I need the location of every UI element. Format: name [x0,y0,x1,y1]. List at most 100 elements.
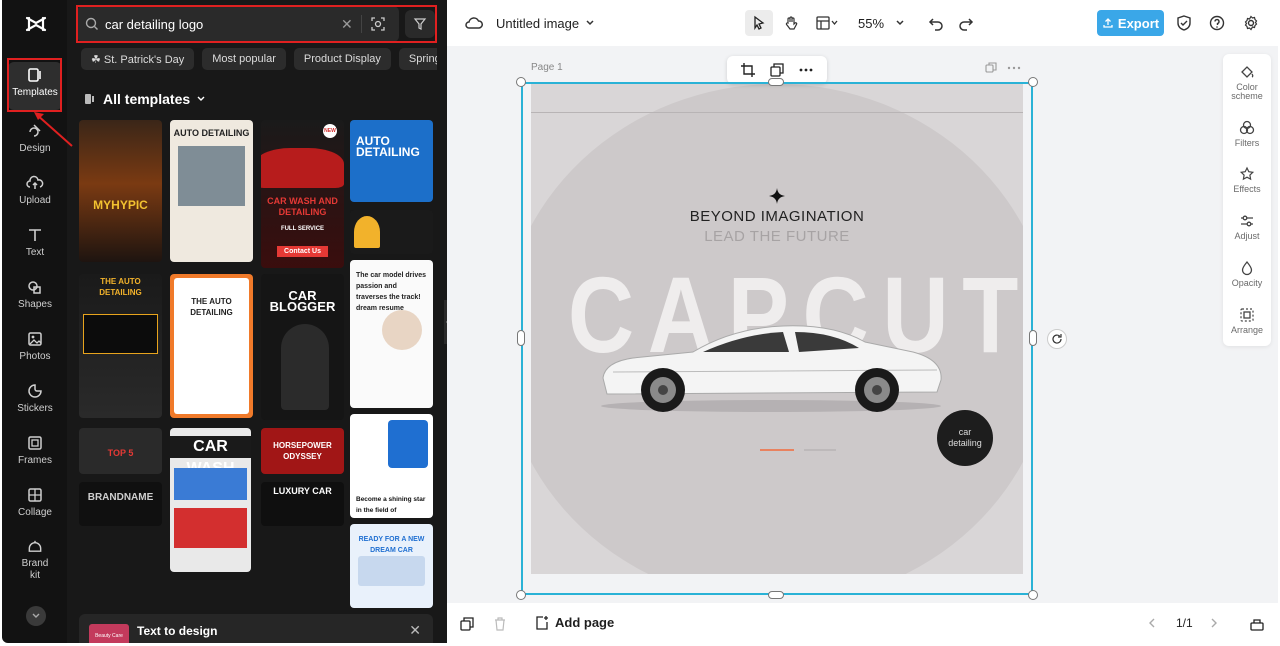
template-card[interactable]: HORSEPOWER ODYSSEY [261,428,344,474]
resize-handle-right[interactable] [1029,330,1037,346]
template-card[interactable]: BRANDNAME [79,482,162,526]
duplicate-page-icon[interactable] [985,62,997,74]
text-to-design-banner[interactable]: Beauty Care Text to design ✕ [79,614,433,643]
prop-opacity[interactable]: Opacity [1223,260,1271,288]
chevron-right-icon[interactable] [1209,617,1219,629]
add-page-label: Add page [555,615,615,630]
resize-handle-top-right[interactable] [1028,77,1038,87]
template-card[interactable]: AUTO DETAILING [350,120,433,202]
template-card[interactable]: Become a shining star in the field of au… [350,414,433,518]
template-card[interactable]: NEW CAR WASH AND DETAILING FULL SERVICE … [261,120,344,268]
chip-product-display[interactable]: Product Display [293,48,391,70]
upload-icon [26,175,44,189]
chevron-down-icon [32,613,40,618]
search-input[interactable] [105,16,335,32]
template-card[interactable]: CAR BLOGGER [261,274,344,420]
select-tool-button[interactable] [745,10,773,36]
rail-item-text[interactable]: Text [8,222,62,270]
more-icon[interactable] [1007,62,1021,74]
export-icon [1103,18,1113,28]
search-bar: ✕ [77,6,399,42]
document-title[interactable]: Untitled image [496,16,579,31]
template-card[interactable]: AUTO DETAILING [170,120,253,262]
add-page-button[interactable]: Add page [535,615,614,630]
close-icon[interactable]: ✕ [409,622,421,639]
duplicate-page-icon[interactable] [460,617,474,631]
top-bar: Untitled image 55% Export [447,0,1280,46]
chevron-down-icon[interactable] [585,18,595,28]
template-card[interactable]: MYHYPIC [79,120,162,262]
template-card[interactable]: CAR WASH [170,428,251,572]
rail-item-templates[interactable]: Templates [8,62,62,110]
resize-handle-left[interactable] [517,330,525,346]
prop-effects[interactable]: Effects [1223,166,1271,194]
rail-item-brand-kit[interactable]: Brand kit [8,534,62,582]
effects-icon [1239,166,1255,181]
rail-item-label: Collage [18,507,52,518]
duplicate-icon[interactable] [770,63,784,77]
image-search-icon[interactable] [370,16,386,32]
canvas-area[interactable]: Page 1 BEYOND IMAGINATION LEAD THE FUTUR… [447,46,1278,603]
resize-handle-bottom-right[interactable] [1028,590,1038,600]
template-card-image [83,314,158,354]
rail-item-shapes[interactable]: Shapes [8,274,62,322]
rail-item-frames[interactable]: Frames [8,430,62,478]
rail-item-stickers[interactable]: Stickers [8,378,62,426]
redo-icon[interactable] [958,15,974,31]
template-card[interactable]: THE AUTO DETAILING [79,274,162,418]
hand-tool-button[interactable] [777,10,805,36]
chevron-left-icon[interactable] [1147,617,1157,629]
resize-handle-top[interactable] [768,78,784,86]
prop-adjust[interactable]: Adjust [1223,213,1271,241]
capcut-logo[interactable] [24,12,48,36]
template-card[interactable]: LUXURY CAR [261,482,344,526]
new-badge: NEW [323,124,337,138]
rail-item-upload[interactable]: Upload [8,170,62,218]
chip-st-patricks-day[interactable]: ☘ St. Patrick's Day [81,48,195,70]
resize-handle-top-left[interactable] [516,77,526,87]
rail-item-collage[interactable]: Collage [8,482,62,530]
chevron-down-icon[interactable] [895,18,905,28]
expand-rail-button[interactable] [26,606,46,626]
trash-icon[interactable] [493,617,507,631]
template-card[interactable] [350,210,433,254]
pages-panel-icon[interactable] [1249,616,1265,632]
template-card[interactable]: The car model drives passion and travers… [350,260,433,408]
template-card[interactable]: TOP 5 [79,428,162,474]
chip-spring[interactable]: Spring [398,48,437,70]
resize-handle-bottom-left[interactable] [516,590,526,600]
clear-search-icon[interactable]: ✕ [341,16,353,33]
prop-filters[interactable]: Filters [1223,120,1271,148]
resize-handle-bottom[interactable] [768,591,784,599]
chip-most-popular[interactable]: Most popular [202,48,286,70]
prop-color-scheme[interactable]: Color scheme [1223,64,1271,101]
export-button[interactable]: Export [1097,10,1164,36]
template-card[interactable]: READY FOR A NEW DREAM CAR [350,524,433,608]
prop-label: Effects [1233,184,1261,194]
zoom-level[interactable]: 55% [858,16,884,31]
template-card-image [174,468,247,500]
add-page-icon [536,615,548,630]
left-rail: Templates Design Upload Text Shapes Phot… [2,0,67,643]
rotate-handle[interactable] [1047,329,1067,349]
template-card-title: THE AUTO DETAILING [190,297,233,317]
shapes-icon [28,281,41,294]
template-card-image [354,216,380,248]
text-icon [29,229,41,241]
all-templates-dropdown[interactable]: All templates [83,90,206,108]
layout-button[interactable] [811,10,843,36]
shield-icon[interactable] [1176,15,1192,31]
help-icon[interactable] [1209,15,1225,31]
template-card-title: HORSEPOWER ODYSSEY [273,441,332,461]
prop-arrange[interactable]: Arrange [1223,307,1271,335]
template-card[interactable]: THE AUTO DETAILING BOOK NOW [170,274,253,418]
crop-icon[interactable] [740,63,755,77]
undo-icon[interactable] [928,15,944,31]
rail-item-photos[interactable]: Photos [8,326,62,374]
filter-button[interactable] [405,10,435,38]
more-icon[interactable] [799,63,813,77]
filters-icon [1239,120,1255,135]
gear-icon[interactable] [1243,15,1259,31]
rail-item-label: Upload [19,195,51,206]
cloud-save-icon[interactable] [465,14,483,32]
